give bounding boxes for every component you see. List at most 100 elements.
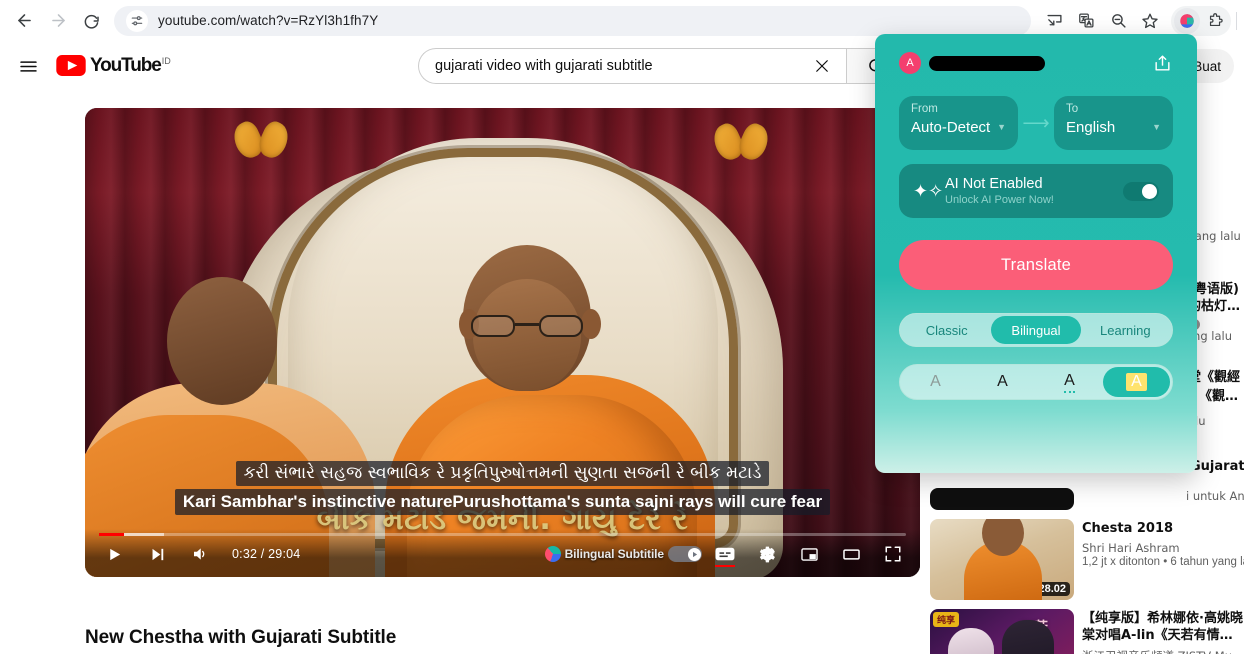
player-controls-right: Bilingual Subtitile [544,537,912,571]
next-video-button[interactable] [138,537,176,571]
recommendation-item[interactable]: 纯享 天若有情 4.10 【纯享版】希林娜依·高姚晓棠对唱A-lin《天若有情》… [930,609,1244,654]
target-language-label: To [1066,103,1079,115]
recommendation-channel: Shri Hari Ashram [1082,541,1180,556]
recommendation-channel: 浙江卫视音乐频道 ZJSTV Music Ch… [1082,648,1244,654]
thumbnail-cropped [930,488,1074,510]
progress-bar[interactable] [99,533,906,536]
account-avatar[interactable]: A [899,52,921,74]
video-title: New Chestha with Gujarati Subtitle [85,627,397,648]
player-controls: 0:32 / 29:04 Bilingual Subtitile [85,529,920,577]
ai-toggle-knob [1142,183,1157,199]
url-text: youtube.com/watch?v=RzYl3h1fh7Y [158,13,379,28]
search-box[interactable] [418,48,846,84]
subtitle-container: કરી સંભારે સહજ સ્વભાવિક રે પ્રકૃતિપુરુષો… [85,460,920,515]
recommendation-item-top-cropped[interactable] [930,488,1244,510]
search-area [418,48,906,84]
theater-mode-button[interactable] [832,537,870,571]
bilingual-subtitle-label: Bilingual Subtitile [564,547,665,561]
search-input[interactable] [435,58,806,74]
chevron-down-icon[interactable]: ▼ [1152,122,1161,132]
volume-button[interactable] [181,537,219,571]
address-bar[interactable]: youtube.com/watch?v=RzYl3h1fh7Y [114,5,1031,36]
player-controls-left: 0:32 / 29:04 [95,537,308,571]
guide-menu-icon[interactable] [8,46,48,86]
youtube-country-code: ID [161,56,171,66]
popup-header: A [899,48,1173,78]
site-settings-icon[interactable] [126,9,148,32]
subtitle-translated-text: Kari Sambhar's instinctive naturePurusho… [174,489,831,515]
ai-status-subtitle: Unlock AI Power Now! [945,194,1054,206]
source-language-select[interactable]: From Auto-Detect ▼ [899,96,1018,150]
video-thumbnail[interactable]: 28.02 [930,519,1074,600]
cast-icon[interactable] [1039,6,1069,36]
source-language-value: Auto-Detect [911,118,991,136]
recommendation-stats: 1,2 jt x ditonton • 6 tahun yang lalu [1082,556,1244,569]
translate-button[interactable]: Translate [899,240,1173,290]
captions-button[interactable] [706,537,744,571]
ai-enable-toggle[interactable] [1123,181,1159,201]
subtitle-native-text: કરી સંભારે સહજ સ્વભાવિક રે પ્રકૃતિપુરુષો… [235,460,770,487]
ai-status-title: AI Not Enabled [945,176,1043,192]
recommendation-title: Chesta 2018 [1082,521,1174,536]
style-plain-option[interactable]: A [902,367,969,397]
back-button[interactable] [8,5,40,37]
youtube-wordmark: YouTube [90,55,162,76]
captions-icon [715,547,735,561]
play-button[interactable] [95,537,133,571]
recommendation-list: 28.02 Chesta 2018 Shri Hari Ashram 1,2 j… [930,488,1244,654]
youtube-logo[interactable]: YouTube ID [56,55,171,77]
extensions-puzzle-icon[interactable] [1202,8,1228,34]
browser-nav-buttons [0,5,108,37]
target-language-select[interactable]: To English ▼ [1054,96,1173,150]
occluded-fragment-5: 《觀… [1199,389,1239,404]
clear-search-icon[interactable] [806,50,838,82]
source-language-label: From [911,103,938,115]
style-highlight-option[interactable]: A [1103,367,1170,397]
chevron-down-icon[interactable]: ▼ [997,122,1006,132]
language-selectors: From Auto-Detect ▼ ⟶ To English ▼ [899,96,1173,150]
occluded-fragment-7: Gujarati [1190,459,1244,474]
miniplayer-icon [800,547,818,561]
subtitle-style-selector: A A A A [899,364,1173,400]
play-icon [109,548,120,560]
create-button-label: Buat [1193,58,1221,74]
miniplayer-button[interactable] [790,537,828,571]
progress-played [99,533,125,536]
bookmark-star-icon[interactable] [1135,6,1165,36]
fullscreen-button[interactable] [874,537,912,571]
browser-tool-icons [1039,5,1244,36]
zoom-out-icon[interactable] [1103,6,1133,36]
mode-selector: Classic Bilingual Learning [899,313,1173,347]
translate-popup[interactable]: A From Auto-Detect ▼ ⟶ To English ▼ ✦✧ A… [875,34,1197,473]
captions-active-indicator [715,564,735,567]
settings-button[interactable] [748,537,786,571]
forward-button[interactable] [42,5,74,37]
bilingual-subtitle-toggle[interactable] [668,546,702,562]
fullscreen-icon [885,546,901,562]
account-name-redacted [929,55,1045,71]
youtube-play-icon [56,55,86,76]
video-duration: 28.02 [1034,582,1070,596]
bilingual-toggle-knob [687,547,701,561]
direction-arrow-icon: ⟶ [1022,112,1050,134]
video-thumbnail[interactable]: 纯享 天若有情 4.10 [930,609,1074,654]
ai-status-row[interactable]: ✦✧ AI Not Enabled Unlock AI Power Now! [899,164,1173,218]
extension-pill [1171,5,1231,36]
theater-icon [842,548,860,560]
target-language-value: English [1066,118,1116,136]
style-bold-option[interactable]: A [969,367,1036,397]
next-icon [152,548,163,560]
translate-extension-icon[interactable] [1174,7,1200,34]
volume-icon [194,548,205,560]
extension-brand-icon [544,546,561,562]
reload-button[interactable] [76,5,108,37]
mode-bilingual[interactable]: Bilingual [991,316,1081,344]
style-underline-option[interactable]: A [1036,367,1103,397]
translate-page-icon[interactable] [1071,6,1101,36]
thumbnail-badge: 纯享 [933,612,960,627]
mode-learning[interactable]: Learning [1081,316,1170,344]
share-icon[interactable] [1151,52,1173,74]
video-player[interactable]: બીક મટાડે જમની. ગાયું દેરે રે કરી સંભારે… [85,108,920,577]
mode-classic[interactable]: Classic [902,316,991,344]
recommendation-item[interactable]: 28.02 Chesta 2018 Shri Hari Ashram 1,2 j… [930,519,1244,600]
